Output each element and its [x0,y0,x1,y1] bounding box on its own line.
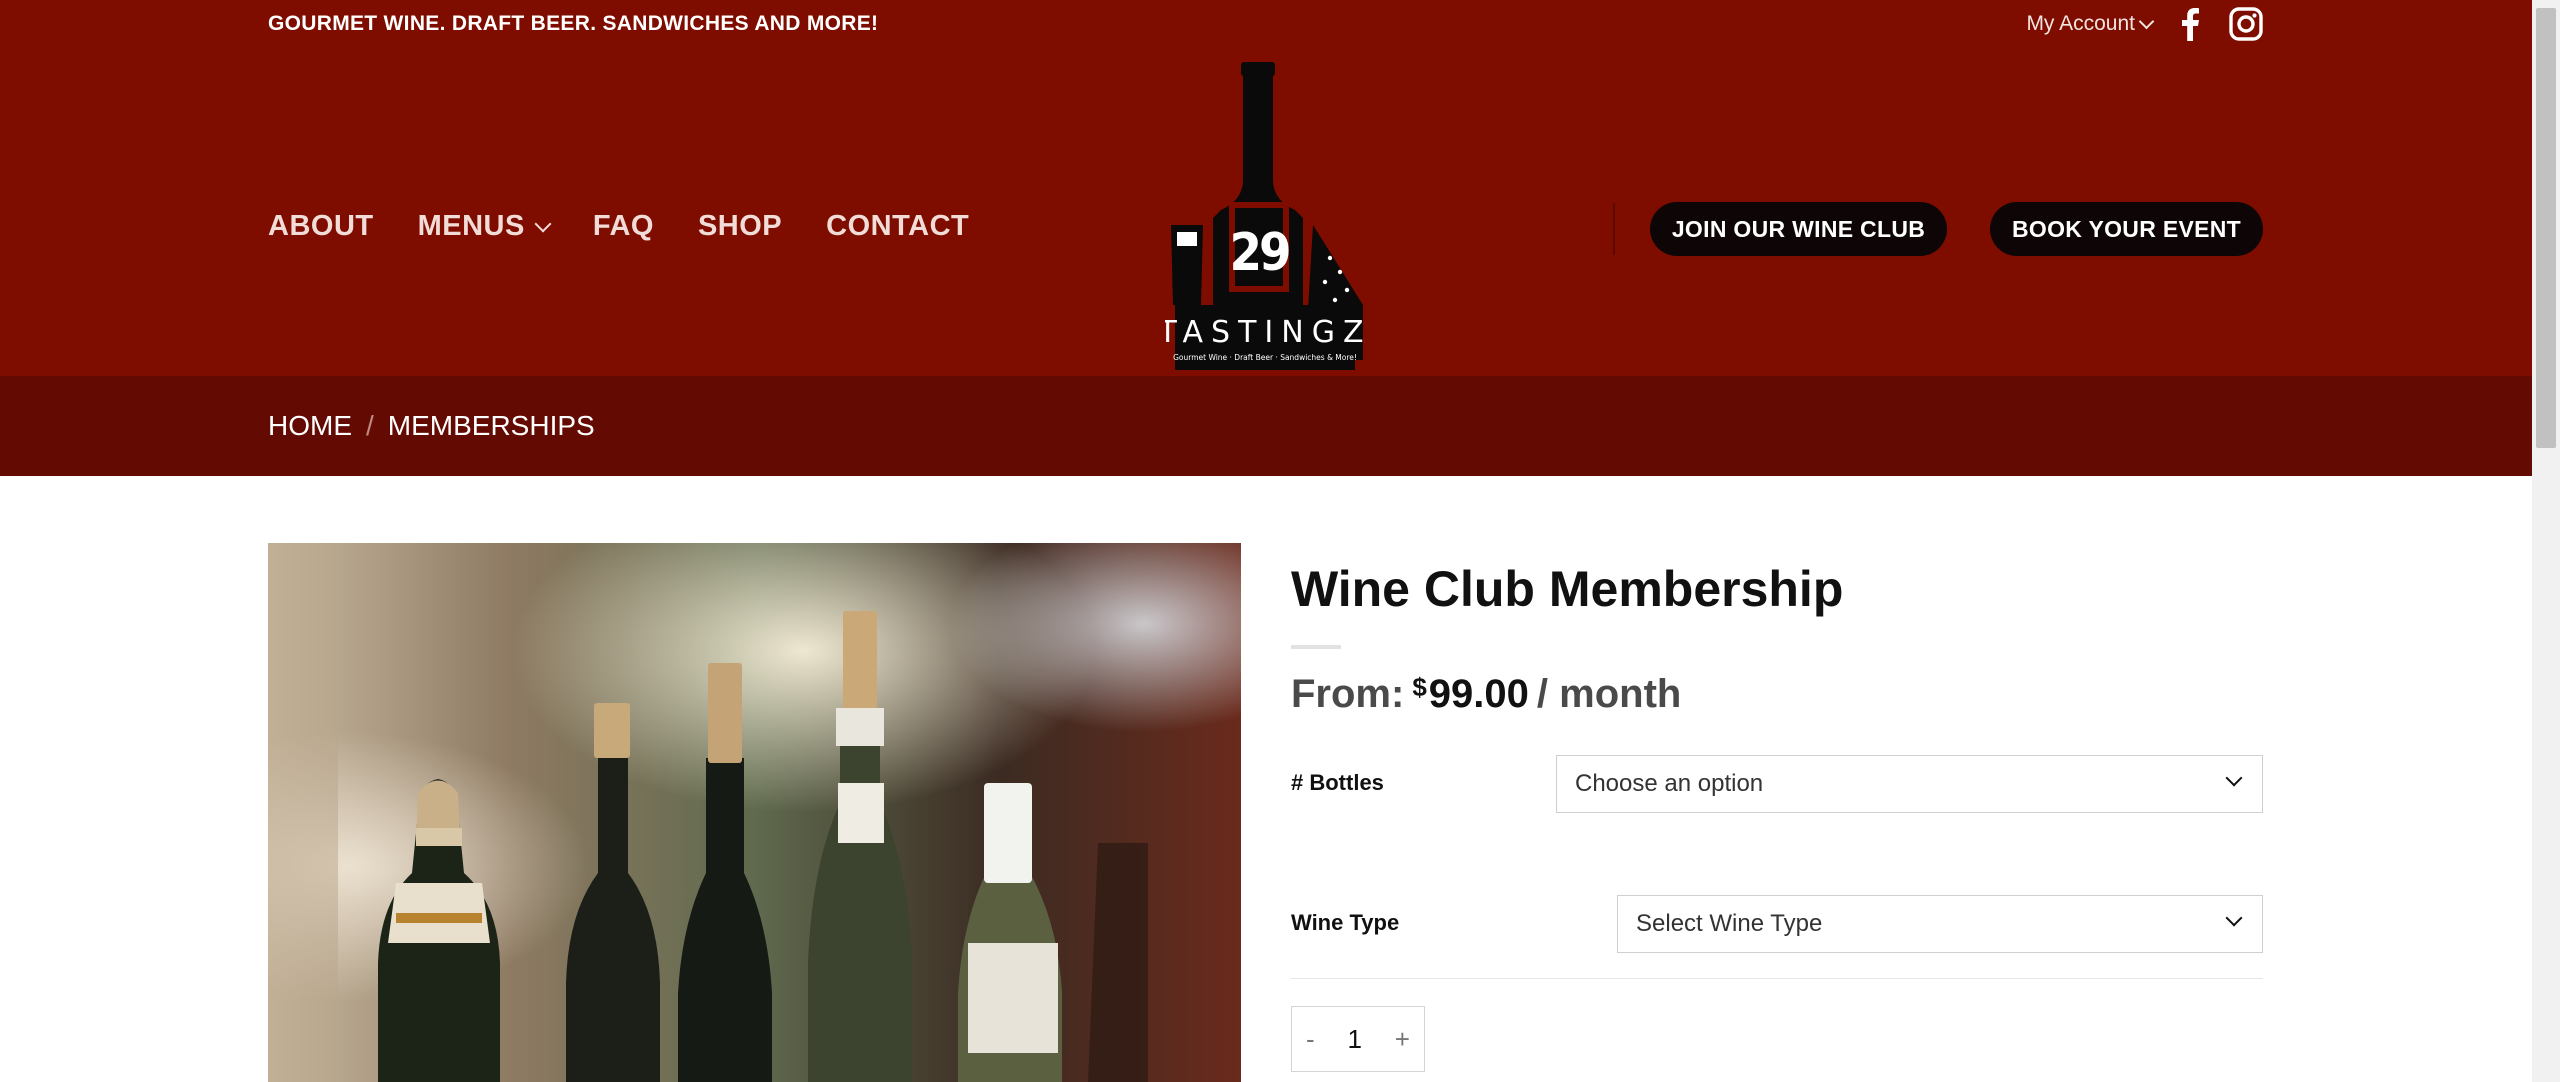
nav-label: ABOUT [268,210,374,242]
chevron-down-icon [2225,769,2243,787]
chevron-down-icon [2225,909,2243,927]
chevron-down-icon [534,215,552,232]
logo-name: TASTINGZ [1165,315,1365,350]
nav-divider [1613,203,1615,255]
wine-type-select-value: Select Wine Type [1636,910,1823,937]
quantity-increase-button[interactable]: + [1395,1024,1410,1055]
topbar-right: My Account [2026,6,2264,42]
nav-label: SHOP [697,210,783,242]
wine-type-label: Wine Type [1291,910,1400,935]
wine-type-select[interactable]: Select Wine Type [1617,895,2263,953]
book-event-button[interactable]: BOOK YOUR EVENT [1990,202,2263,256]
nav-label: MENUS [417,210,525,242]
product-image[interactable] [268,543,1241,1082]
bottles-select-value: Choose an option [1575,770,1764,797]
page-scrollbar[interactable] [2532,0,2560,1082]
price-prefix: From: [1291,672,1405,716]
quantity-decrease-button[interactable]: - [1306,1024,1315,1055]
chevron-down-icon [2138,13,2155,29]
bottles-label: # Bottles [1291,770,1384,795]
nav-label: CONTACT [826,210,970,242]
breadcrumb-separator: / [366,410,374,441]
price-currency: $ [1412,672,1427,702]
instagram-icon[interactable] [2228,6,2264,42]
breadcrumb-bar: HOME / MEMBERSHIPS [0,376,2532,476]
header-tagline: GOURMET WINE. DRAFT BEER. SANDWICHES AND… [268,12,879,35]
quantity-input[interactable]: 1 [1348,1024,1362,1055]
form-divider [1291,978,2263,979]
nav-item-about[interactable]: ABOUT [268,210,374,243]
site-header: GOURMET WINE. DRAFT BEER. SANDWICHES AND… [0,0,2532,376]
nav-item-shop[interactable]: SHOP [698,210,782,243]
page: GOURMET WINE. DRAFT BEER. SANDWICHES AND… [0,0,2532,1082]
site-logo[interactable]: 29 TASTINGZ Gourmet Wine · Draft Beer · … [1158,60,1365,370]
logo-subtitle: Gourmet Wine · Draft Beer · Sandwiches &… [1173,353,1357,362]
my-account-label: My Account [2026,12,2135,35]
logo-number: 29 [1229,223,1289,283]
price-period: / month [1536,672,1682,716]
main-nav: ABOUT MENUS FAQ SHOP CONTACT [268,210,969,243]
product-title: Wine Club Membership [1291,561,1844,617]
nav-item-contact[interactable]: CONTACT [826,210,969,243]
facebook-icon[interactable] [2172,6,2208,42]
price-amount: 99.00 [1428,672,1529,716]
join-wine-club-button[interactable]: JOIN OUR WINE CLUB [1650,202,1947,256]
breadcrumb: HOME / MEMBERSHIPS [268,410,595,442]
nav-item-faq[interactable]: FAQ [593,210,654,243]
bottles-select[interactable]: Choose an option [1556,755,2263,813]
breadcrumb-home-link[interactable]: HOME [268,410,352,442]
title-divider [1291,645,1341,649]
product-price: From: $ 99.00 / month [1291,672,1681,717]
quantity-stepper: - 1 + [1291,1006,1425,1072]
my-account-link[interactable]: My Account [2026,12,2155,36]
breadcrumb-current: MEMBERSHIPS [387,410,595,441]
scrollbar-thumb[interactable] [2536,8,2556,448]
nav-label: FAQ [592,210,654,242]
nav-item-menus[interactable]: MENUS [417,210,552,243]
